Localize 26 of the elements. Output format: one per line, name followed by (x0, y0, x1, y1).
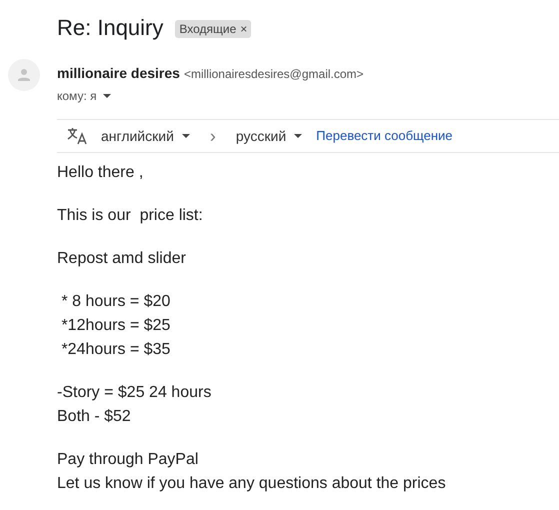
arrow-icon: › (210, 122, 216, 150)
caret-icon (182, 134, 190, 138)
label-text: Входящие (179, 20, 236, 38)
translate-link[interactable]: Перевести сообщение (316, 126, 453, 146)
body-text-line: * 8 hours = $20 (60, 292, 172, 312)
caret-icon (294, 134, 302, 138)
source-language-dropdown[interactable]: английский (101, 126, 190, 146)
sender-name: millionaire desires (57, 64, 180, 83)
body-text-line: -Story = $25 24 hours (57, 383, 212, 403)
body-text-line: Both - $52 (57, 407, 132, 427)
translate-icon (67, 127, 87, 145)
body-text-line: This is our price list: (57, 206, 204, 226)
body-text-line: Pay through PayPal (57, 450, 200, 470)
sender-email: <millionairesdesires@gmail.com> (184, 66, 364, 83)
body-text-line: *24hours = $35 (60, 340, 172, 360)
body-text-line: *12hours = $25 (60, 316, 172, 336)
recipient-text: кому: я (57, 88, 97, 105)
body-text-line: Repost amd slider (57, 249, 187, 269)
remove-label-button[interactable]: × (240, 20, 248, 38)
body-text-line: Let us know if you have any questions about the prices (57, 474, 447, 494)
inbox-label[interactable]: Входящие × (175, 20, 252, 38)
target-language-dropdown[interactable]: русский (236, 126, 302, 146)
body-text-line: Hello there , (57, 163, 144, 183)
recipient-details-caret-icon (102, 94, 111, 98)
email-subject: Re: Inquiry (57, 14, 164, 42)
avatar-icon (8, 59, 40, 91)
